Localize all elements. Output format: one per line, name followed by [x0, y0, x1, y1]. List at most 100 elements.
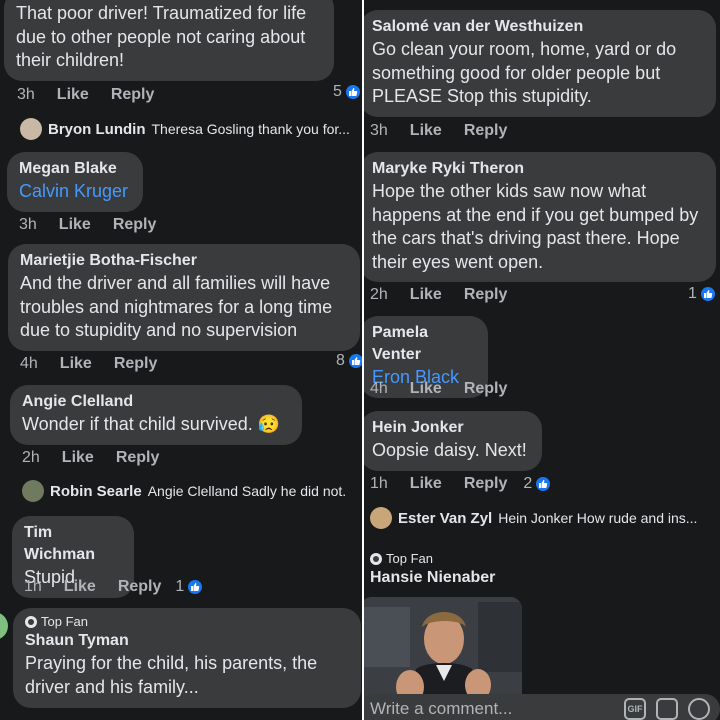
reaction-count-number: 8 [336, 352, 345, 369]
reply-snippet: Angie Clelland Sadly he did not. [147, 483, 347, 499]
reply-button[interactable]: Reply [464, 475, 508, 493]
reply-preview[interactable]: Robin Searle Angie Clelland Sadly he did… [22, 478, 346, 504]
reaction-count[interactable]: 5 [333, 81, 361, 103]
comment-text-line: And the driver and all families will hav… [20, 273, 331, 293]
comment-timestamp: 4h [20, 355, 38, 372]
reply-preview[interactable]: Bryon Lundin Theresa Gosling thank you f… [20, 116, 350, 142]
avatar[interactable] [22, 480, 44, 502]
reply-preview[interactable]: Ester Van Zyl Hein Jonker How rude and i… [370, 505, 697, 531]
comment-actions: 2h Like Reply [370, 284, 529, 306]
reply-button[interactable]: Reply [464, 380, 508, 398]
comment-bubble: Marietjie Botha-Fischer And the driver a… [8, 244, 360, 351]
thumbs-up-icon [699, 286, 716, 302]
comment-header: Top Fan Hansie Nienaber [370, 551, 495, 589]
reaction-count[interactable]: 8 [336, 350, 362, 372]
reply-button[interactable]: Reply [118, 578, 162, 596]
comment-author[interactable]: Salomé van der Westhuizen [372, 16, 704, 38]
comment-composer[interactable]: Write a comment... GIF [364, 694, 720, 720]
comment-bubble: Salomé van der Westhuizen Go clean your … [364, 10, 716, 117]
avatar[interactable] [0, 612, 8, 640]
comment-text-line: happens at the end if you get bumped by [372, 204, 699, 225]
comment-timestamp: 2h [22, 449, 40, 466]
reply-snippet: Theresa Gosling thank you for... [151, 121, 350, 137]
reaction-count-number: 1 [688, 285, 697, 302]
like-button[interactable]: Like [62, 449, 94, 467]
comment-bubble: Top Fan Shaun Tyman Praying for the chil… [13, 608, 361, 708]
like-button[interactable]: Like [64, 578, 96, 596]
reaction-count-number: 1 [175, 578, 185, 595]
comment-timestamp: 3h [370, 122, 388, 139]
comment-text: Wonder if that child survived. 😥 [22, 414, 281, 434]
comment-actions: 1h Like Reply 1 [24, 576, 204, 598]
comment-bubble: Megan Blake Calvin Kruger [7, 152, 143, 212]
reply-author[interactable]: Bryon Lundin [48, 121, 146, 138]
like-button[interactable]: Like [57, 86, 89, 104]
reply-snippet: Hein Jonker How rude and ins... [498, 510, 698, 526]
reaction-count[interactable]: 2 [523, 473, 552, 495]
comment-author[interactable]: Shaun Tyman [25, 630, 349, 652]
reply-author[interactable]: Robin Searle [50, 483, 142, 500]
gif-attachment[interactable] [364, 597, 522, 707]
reaction-count[interactable]: 1 [688, 283, 716, 305]
comment-text-line: due to stupidity and no supervision [20, 320, 298, 340]
comment-text-line: Go clean your room, home, yard or do [372, 39, 677, 59]
comment-text-line: due to other people not caring about [16, 26, 306, 47]
comment-actions: 2h Like Reply [22, 447, 181, 469]
comment-author[interactable]: Maryke Ryki Theron [372, 158, 704, 180]
comment-actions: 3h Like Reply [370, 120, 529, 142]
avatar[interactable] [370, 507, 392, 529]
comment-text-line: the cars that's driving past there. Hope [372, 228, 680, 248]
comment-timestamp: 1h [370, 475, 388, 492]
reaction-count-number: 2 [523, 475, 533, 492]
like-button[interactable]: Like [410, 286, 442, 304]
top-fan-icon [25, 616, 37, 628]
like-button[interactable]: Like [410, 122, 442, 140]
gif-button[interactable]: GIF [624, 698, 646, 720]
comment-text: Oopsie daisy. Next! [372, 440, 527, 460]
like-button[interactable]: Like [60, 355, 92, 373]
reply-button[interactable]: Reply [114, 355, 158, 373]
avatar[interactable] [20, 118, 42, 140]
emoji-icon[interactable] [688, 698, 710, 720]
reply-button[interactable]: Reply [464, 286, 508, 304]
comment-text-line: something good for older people but [372, 62, 661, 83]
like-button[interactable]: Like [59, 216, 91, 234]
reply-button[interactable]: Reply [464, 122, 508, 140]
thumbs-up-icon [347, 353, 362, 369]
comment-author[interactable]: Hansie Nienaber [370, 567, 495, 589]
reply-button[interactable]: Reply [116, 449, 160, 467]
comment-timestamp: 2h [370, 286, 388, 303]
comment-timestamp: 1h [24, 578, 42, 595]
like-button[interactable]: Like [410, 380, 442, 398]
top-fan-badge: Top Fan [370, 551, 495, 567]
comment-author[interactable]: Hein Jonker [372, 417, 530, 439]
sticker-icon[interactable] [656, 698, 678, 720]
comment-timestamp: 4h [370, 380, 388, 397]
like-button[interactable]: Like [410, 475, 442, 493]
reply-button[interactable]: Reply [113, 216, 157, 234]
comment-author[interactable]: Megan Blake [19, 158, 131, 180]
comment-author[interactable]: Pamela Venter [372, 322, 476, 366]
comment-author[interactable]: Marietjie Botha-Fischer [20, 250, 348, 272]
comment-actions: 4h Like Reply [370, 378, 529, 400]
comment-timestamp: 3h [19, 216, 37, 233]
comment-actions: 3h Like Reply [17, 84, 176, 106]
reply-author[interactable]: Ester Van Zyl [398, 510, 492, 527]
comment-actions: 1h Like Reply 2 [370, 473, 552, 495]
comment-author[interactable]: Tim Wichman [24, 522, 122, 566]
comment-text-line: That poor driver! Traumatized for life [16, 3, 307, 23]
comment-author[interactable]: Angie Clelland [22, 391, 290, 413]
left-comments-column: That poor driver! Traumatized for life d… [0, 0, 362, 720]
comment-text-line: driver and his family... [25, 676, 199, 697]
comment-text-line: their eyes went open. [372, 251, 544, 272]
comment-text-line: PLEASE Stop this stupidity. [372, 86, 592, 106]
reply-button[interactable]: Reply [111, 86, 155, 104]
thumbs-up-icon [535, 476, 552, 492]
thumbs-up-icon [187, 579, 204, 595]
mentioned-user-link[interactable]: Calvin Kruger [19, 180, 131, 204]
reaction-count[interactable]: 1 [175, 576, 204, 598]
comment-bubble: Hein Jonker Oopsie daisy. Next! [364, 411, 542, 471]
comment-text-line: their children! [16, 50, 125, 70]
reaction-count-number: 5 [333, 83, 342, 100]
comment-input-placeholder[interactable]: Write a comment... [370, 699, 614, 719]
